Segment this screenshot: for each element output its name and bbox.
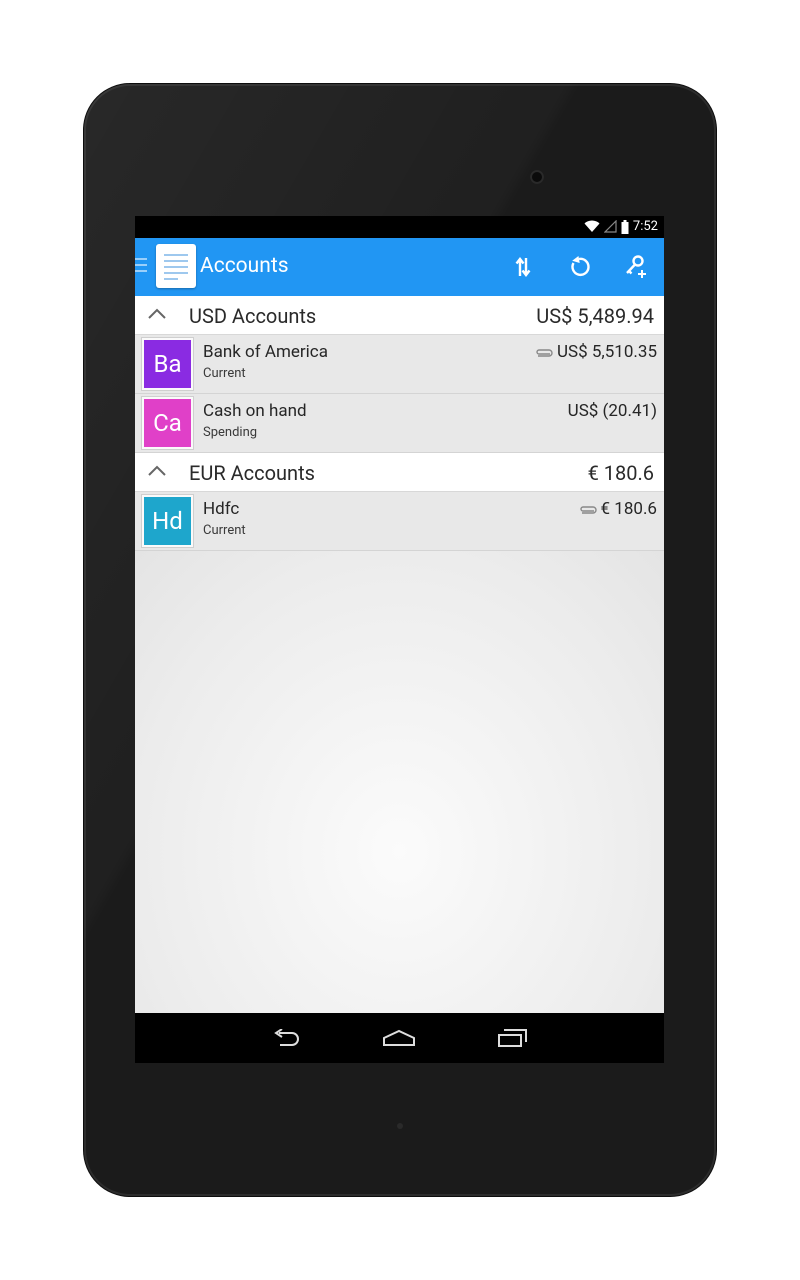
navigation-bar: [135, 1013, 664, 1063]
section-title: EUR Accounts: [189, 461, 315, 485]
recents-icon: [498, 1029, 527, 1047]
account-row[interactable]: Ca Cash on hand Spending US$ (20.41): [135, 394, 664, 453]
account-balance: US$ (20.41): [567, 401, 657, 421]
recents-button[interactable]: [495, 1025, 529, 1051]
screen: 7:52 Accounts USD Accounts US$ 5,489.94 …: [135, 216, 664, 1063]
avatar: Hd: [142, 495, 193, 547]
account-type: Current: [203, 523, 246, 538]
account-balance: € 180.6: [600, 499, 657, 519]
sort-icon: [515, 257, 531, 277]
add-account-key-icon: [626, 255, 646, 278]
avatar: Ca: [142, 397, 193, 449]
account-name: Bank of America: [203, 342, 328, 362]
refresh-button[interactable]: [564, 252, 594, 282]
status-time: 7:52: [632, 219, 658, 234]
account-balance: US$ 5,510.35: [556, 342, 657, 362]
section-header-eur[interactable]: EUR Accounts € 180.6: [135, 453, 664, 492]
back-icon: [274, 1029, 299, 1046]
account-row[interactable]: Ba Bank of America Current US$ 5,510.35: [135, 335, 664, 394]
status-bar: 7:52: [135, 216, 664, 238]
account-balance-group: US$ 5,510.35: [535, 342, 657, 362]
microphone: [397, 1123, 403, 1129]
account-type: Current: [203, 366, 246, 381]
cell-signal-icon: [603, 220, 617, 233]
action-bar: Accounts: [135, 238, 664, 296]
account-row[interactable]: Hd Hdfc Current € 180.6: [135, 492, 664, 551]
section-total: US$ 5,489.94: [536, 304, 654, 328]
battery-icon: [621, 219, 629, 234]
refresh-icon: [571, 256, 590, 277]
paperclip-icon: [579, 505, 597, 514]
section-title: USD Accounts: [189, 304, 317, 328]
avatar: Ba: [142, 338, 193, 390]
home-button[interactable]: [382, 1025, 416, 1051]
drawer-indicator-icon[interactable]: [135, 258, 149, 276]
account-balance-group: US$ (20.41): [568, 401, 657, 421]
home-icon: [383, 1029, 415, 1046]
section-total: € 180.6: [587, 461, 654, 485]
account-balance-group: € 180.6: [579, 499, 657, 519]
wifi-icon: [584, 220, 600, 232]
account-type: Spending: [203, 425, 258, 440]
sort-button[interactable]: [508, 252, 538, 282]
app-logo-icon[interactable]: [156, 244, 196, 288]
add-account-button[interactable]: [621, 252, 651, 282]
page-title: Accounts: [200, 254, 289, 278]
front-camera: [530, 170, 544, 184]
list-empty-area: [135, 551, 664, 1013]
back-button[interactable]: [270, 1025, 304, 1051]
account-name: Cash on hand: [203, 401, 307, 421]
account-name: Hdfc: [203, 499, 240, 519]
paperclip-icon: [536, 348, 553, 357]
chevron-up-icon[interactable]: [147, 308, 167, 320]
chevron-up-icon[interactable]: [147, 465, 167, 477]
section-header-usd[interactable]: USD Accounts US$ 5,489.94: [135, 296, 664, 335]
